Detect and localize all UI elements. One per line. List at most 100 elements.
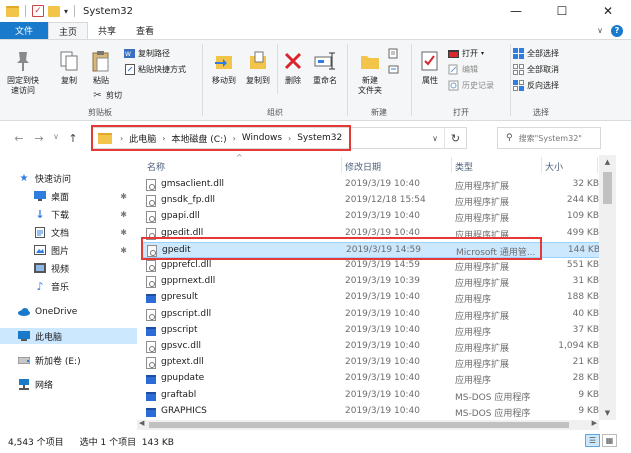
paste-shortcut-button[interactable]: 粘贴快捷方式 bbox=[124, 64, 186, 75]
delete-button[interactable]: 删除 bbox=[281, 48, 305, 86]
scroll-left-icon[interactable]: ◀ bbox=[139, 419, 144, 427]
table-row[interactable]: gpscript 2019/3/19 10:40 应用程序 37 KB bbox=[141, 323, 603, 339]
scrollbar-thumb[interactable] bbox=[149, 422, 569, 428]
cut-button[interactable]: ✂ 剪切 bbox=[92, 90, 122, 101]
forward-button[interactable]: → bbox=[30, 132, 48, 145]
scroll-down-icon[interactable]: ▼ bbox=[599, 406, 616, 420]
nav-item-onedrive[interactable]: OneDrive bbox=[0, 304, 137, 320]
column-header-date[interactable]: 修改日期 bbox=[345, 160, 381, 173]
scroll-right-icon[interactable]: ▶ bbox=[592, 419, 597, 427]
file-type: 应用程序扩展 bbox=[455, 230, 510, 241]
column-header-size[interactable]: 大小 bbox=[545, 160, 563, 173]
properties-button[interactable]: 属性 bbox=[416, 48, 444, 86]
pin-icon[interactable]: ✱ bbox=[120, 192, 127, 201]
divider[interactable] bbox=[541, 157, 542, 173]
column-header-type[interactable]: 类型 bbox=[455, 160, 473, 173]
table-row[interactable]: gmsaclient.dll 2019/3/19 10:40 应用程序扩展 32 KB bbox=[141, 177, 603, 193]
collapse-ribbon-icon[interactable]: ∨ bbox=[597, 26, 603, 35]
tab-share[interactable]: 共享 bbox=[88, 22, 126, 39]
up-button[interactable]: ↑ bbox=[64, 132, 82, 145]
table-row[interactable]: GRAPHICS 2019/3/19 10:40 MS-DOS 应用程序 9 KB bbox=[141, 404, 603, 420]
scrollbar-thumb[interactable] bbox=[603, 172, 612, 204]
edit-button[interactable]: 编辑 bbox=[448, 64, 478, 75]
divider[interactable] bbox=[451, 157, 452, 173]
tab-file[interactable]: 文件 bbox=[0, 22, 49, 39]
open-button[interactable]: 打开 ▾ bbox=[448, 48, 484, 59]
minimize-button[interactable]: — bbox=[493, 0, 539, 22]
breadcrumb-this-pc[interactable]: 此电脑 bbox=[129, 132, 156, 145]
horizontal-scrollbar[interactable]: ◀ ▶ bbox=[137, 419, 599, 430]
table-row[interactable]: gpedit 2019/3/19 14:59 Microsoft 通用管... 144… bbox=[141, 241, 603, 258]
refresh-button[interactable]: ↻ bbox=[444, 128, 466, 148]
tab-view[interactable]: 查看 bbox=[126, 22, 164, 39]
divider[interactable] bbox=[341, 157, 342, 173]
breadcrumb-windows[interactable]: Windows bbox=[242, 133, 282, 143]
nav-item-network[interactable]: 网络 bbox=[0, 376, 137, 392]
move-to-button[interactable]: 移动到 bbox=[209, 48, 239, 86]
copy-to-button[interactable]: 复制到 bbox=[243, 48, 273, 86]
table-row[interactable]: gpsvc.dll 2019/3/19 10:40 应用程序扩展 1,094 KB bbox=[141, 339, 603, 355]
nav-item-quick-access[interactable]: ★ 快速访问 bbox=[0, 170, 137, 186]
nav-item-pictures[interactable]: 图片 ✱ bbox=[0, 242, 137, 258]
maximize-button[interactable]: ☐ bbox=[539, 0, 585, 22]
table-row[interactable]: gpprefcl.dll 2019/3/19 14:59 应用程序扩展 551 KB bbox=[141, 258, 603, 274]
pin-icon[interactable]: ✱ bbox=[120, 228, 127, 237]
easy-access-button[interactable] bbox=[388, 64, 399, 75]
invert-selection-button[interactable]: 反向选择 bbox=[513, 80, 559, 91]
nav-item-videos[interactable]: 视频 bbox=[0, 260, 137, 276]
rename-button[interactable]: 重命名 bbox=[309, 48, 341, 86]
crumb-separator-icon[interactable]: › bbox=[233, 134, 236, 143]
crumb-separator-icon[interactable]: › bbox=[162, 134, 165, 143]
tab-home[interactable]: 主页 bbox=[48, 22, 89, 39]
vertical-scrollbar[interactable]: ▲ ▼ bbox=[599, 155, 616, 420]
table-row[interactable]: gpapi.dll 2019/3/19 10:40 应用程序扩展 109 KB bbox=[141, 209, 603, 225]
table-row[interactable]: gpupdate 2019/3/19 10:40 应用程序 28 KB bbox=[141, 371, 603, 387]
address-history-dropdown[interactable]: ∨ bbox=[426, 134, 444, 143]
pin-icon[interactable]: ✱ bbox=[120, 246, 127, 255]
history-button[interactable]: 历史记录 bbox=[448, 80, 494, 91]
breadcrumb-system32[interactable]: System32 bbox=[297, 133, 342, 143]
properties-check-icon[interactable]: ✓ bbox=[32, 5, 44, 17]
back-button[interactable]: ← bbox=[10, 132, 28, 145]
pin-icon[interactable]: ✱ bbox=[120, 210, 127, 219]
paste-button[interactable]: 粘贴 bbox=[88, 48, 114, 86]
nav-item-desktop[interactable]: 桌面 ✱ bbox=[0, 188, 137, 204]
crumb-separator-icon[interactable]: › bbox=[120, 134, 123, 143]
table-row[interactable]: graftabl 2019/3/19 10:40 MS-DOS 应用程序 9 KB bbox=[141, 388, 603, 404]
new-folder-icon[interactable] bbox=[48, 5, 60, 17]
recent-locations-dropdown[interactable]: ∨ bbox=[50, 132, 62, 145]
close-button[interactable]: ✕ bbox=[585, 0, 631, 22]
search-input[interactable]: ⚲ 搜索"System32" bbox=[497, 127, 601, 149]
copy-label: 复制 bbox=[61, 76, 77, 85]
divider[interactable] bbox=[597, 157, 598, 173]
table-row[interactable]: gptext.dll 2019/3/19 10:40 应用程序扩展 21 KB bbox=[141, 355, 603, 371]
select-all-button[interactable]: 全部选择 bbox=[513, 48, 559, 59]
table-row[interactable]: gpscript.dll 2019/3/19 10:40 应用程序扩展 40 KB bbox=[141, 307, 603, 323]
copy-button[interactable]: 复制 bbox=[56, 48, 82, 86]
nav-item-new-volume[interactable]: 新加卷 (E:) bbox=[0, 352, 137, 368]
pin-quick-access-button[interactable]: 固定到快 速访问 bbox=[4, 48, 42, 96]
customize-toolbar-dropdown-icon[interactable]: ▾ bbox=[64, 7, 68, 16]
crumb-separator-icon[interactable]: › bbox=[288, 134, 291, 143]
large-icons-view-icon[interactable]: ▦ bbox=[602, 434, 617, 447]
scroll-up-icon[interactable]: ▲ bbox=[599, 155, 616, 169]
address-bar[interactable]: › 此电脑 › 本地磁盘 (C:) › Windows › System32 ∨… bbox=[91, 127, 467, 149]
nav-item-music[interactable]: ♪ 音乐 bbox=[0, 278, 137, 294]
copy-path-button[interactable]: W 复制路径 bbox=[124, 48, 170, 59]
table-row[interactable]: gnsdk_fp.dll 2019/12/18 15:54 应用程序扩展 244 KB bbox=[141, 193, 603, 209]
new-item-button[interactable] bbox=[388, 48, 399, 59]
open-dropdown-icon[interactable]: ▾ bbox=[481, 50, 484, 57]
breadcrumb-local-disk[interactable]: 本地磁盘 (C:) bbox=[171, 132, 226, 145]
new-folder-button[interactable]: 新建 文件夹 bbox=[352, 48, 388, 96]
copy-to-label: 复制到 bbox=[246, 76, 270, 85]
table-row[interactable]: gpedit.dll 2019/3/19 10:40 应用程序扩展 499 KB bbox=[141, 226, 603, 242]
nav-item-documents[interactable]: 文档 ✱ bbox=[0, 224, 137, 240]
help-icon[interactable]: ? bbox=[611, 24, 623, 37]
table-row[interactable]: gpprnext.dll 2019/3/19 10:39 应用程序扩展 31 KB bbox=[141, 274, 603, 290]
nav-item-downloads[interactable]: ↓ 下载 ✱ bbox=[0, 206, 137, 222]
table-row[interactable]: gpresult 2019/3/19 10:40 应用程序 188 KB bbox=[141, 290, 603, 306]
nav-item-this-pc[interactable]: 此电脑 bbox=[0, 328, 137, 344]
select-none-button[interactable]: 全部取消 bbox=[513, 64, 559, 75]
column-header-name[interactable]: 名称 bbox=[147, 160, 165, 173]
details-view-icon[interactable]: ☰ bbox=[585, 434, 600, 447]
